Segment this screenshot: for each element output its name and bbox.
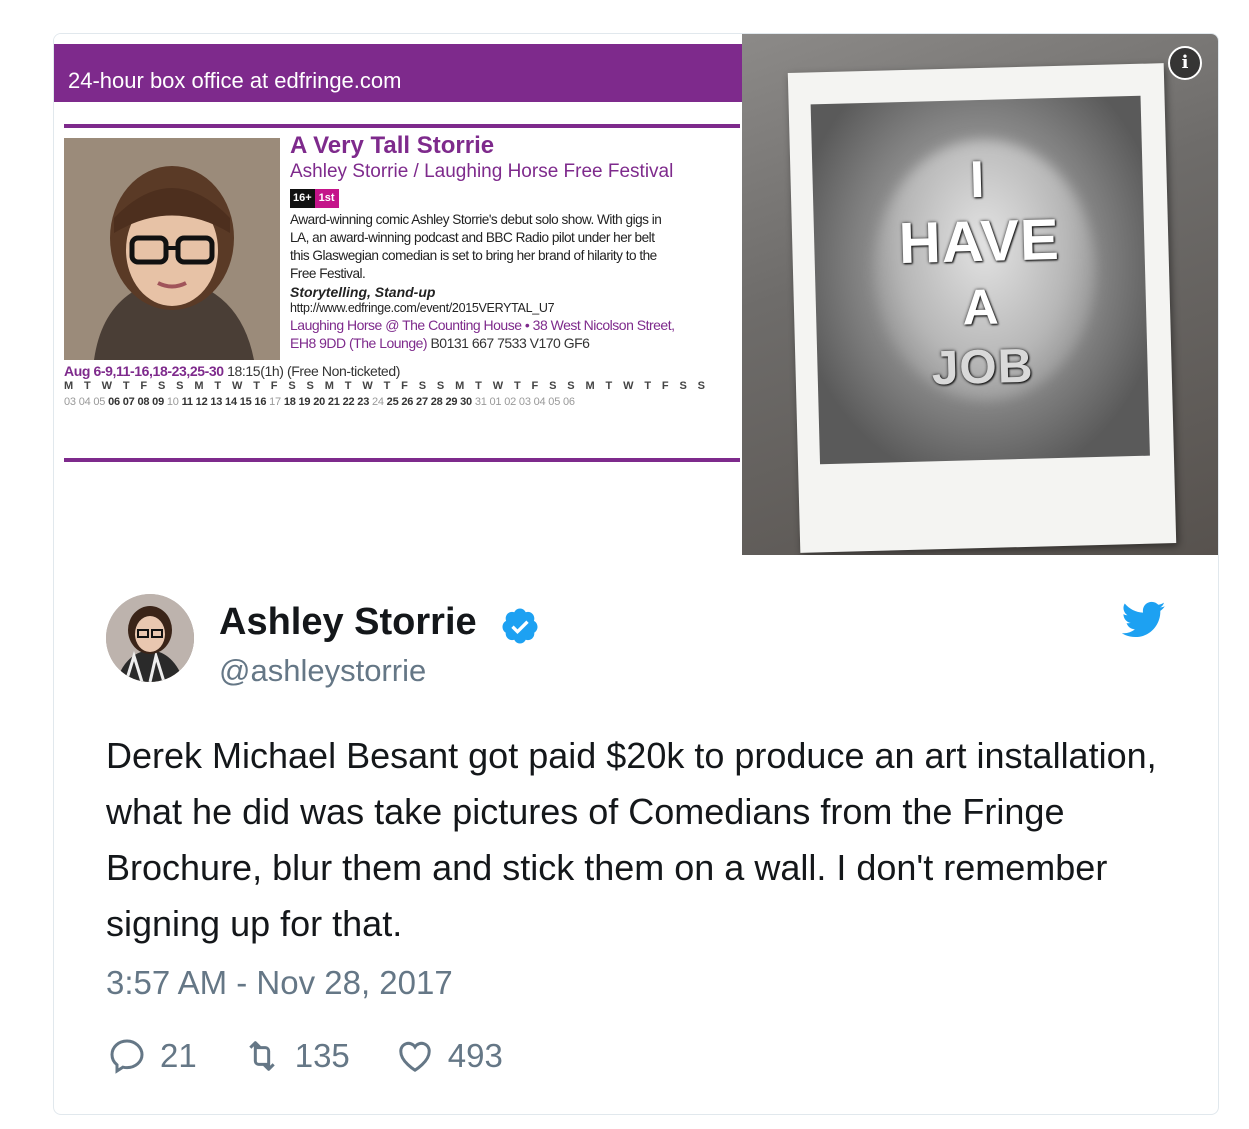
calendar-weekdays: M T W T F S S M T W T F S S M T W T F S … bbox=[64, 380, 709, 392]
comedian-photo bbox=[64, 138, 280, 360]
like-icon bbox=[399, 1041, 431, 1072]
first-badge: 1st bbox=[314, 189, 339, 208]
reply-count: 21 bbox=[160, 1037, 197, 1074]
reply-button[interactable]: 21 bbox=[106, 1036, 197, 1076]
user-name[interactable]: Ashley Storrie bbox=[219, 601, 477, 644]
brochure-top-rule bbox=[64, 124, 740, 128]
description-line: this Glaswegian comedian is set to bring… bbox=[290, 248, 657, 263]
calendar-dates: 03 04 05 06 07 08 09 10 11 12 13 14 15 1… bbox=[64, 396, 575, 408]
poster-text-line: A bbox=[961, 278, 1001, 336]
age-badge: 16+ bbox=[290, 189, 315, 208]
reply-icon bbox=[110, 1039, 144, 1074]
box-office-text: 24-hour box office at edfringe.com bbox=[68, 68, 402, 93]
calendar-off-dates: 24 bbox=[371, 396, 384, 408]
event-time: 18:15(1h) (Free Non-ticketed) bbox=[227, 363, 400, 379]
blurred-poster: I HAVE A JOB bbox=[787, 63, 1177, 553]
event-venue: Laughing Horse @ The Counting House • 38… bbox=[290, 317, 675, 333]
avatar[interactable] bbox=[106, 594, 194, 682]
event-venue-line2: EH8 9DD (The Lounge) B0131 667 7533 V170… bbox=[290, 335, 590, 351]
info-icon[interactable]: i bbox=[1168, 46, 1202, 80]
tweet-actions: 21 135 493 bbox=[106, 1034, 547, 1078]
user-handle[interactable]: @ashleystorrie bbox=[219, 653, 426, 689]
twitter-bird-icon[interactable] bbox=[1122, 601, 1166, 639]
calendar-on-dates: 18 19 20 21 22 23 bbox=[283, 396, 370, 408]
retweet-icon bbox=[248, 1041, 275, 1071]
calendar-on-dates: 11 12 13 14 15 16 bbox=[181, 396, 267, 408]
calendar-on-dates: 25 26 27 28 29 30 bbox=[386, 396, 472, 408]
event-description: Award-winning comic Ashley Storrie's deb… bbox=[290, 211, 740, 283]
event-dates: Aug 6-9,11-16,18-23,25-30 18:15(1h) (Fre… bbox=[64, 363, 400, 379]
event-badges: 16+ 1st bbox=[290, 189, 339, 208]
retweet-button[interactable]: 135 bbox=[241, 1036, 350, 1076]
tweet-timestamp[interactable]: 3:57 AM - Nov 28, 2017 bbox=[106, 964, 453, 1002]
like-count: 493 bbox=[447, 1037, 503, 1074]
brochure-bottom-rule bbox=[64, 458, 740, 462]
venue-postcode: EH8 9DD (The Lounge) bbox=[290, 335, 428, 351]
poster-text-line: HAVE bbox=[898, 206, 1061, 277]
calendar-off-dates: 17 bbox=[269, 396, 281, 408]
brochure-header-bar: 24-hour box office at edfringe.com bbox=[54, 44, 742, 102]
tweet-text: Derek Michael Besant got paid $20k to pr… bbox=[106, 735, 1157, 944]
like-button[interactable]: 493 bbox=[394, 1036, 503, 1076]
calendar-off-dates: 03 04 05 bbox=[64, 396, 106, 408]
event-url: http://www.edfringe.com/event/2015VERYTA… bbox=[290, 301, 555, 315]
verified-icon bbox=[502, 608, 538, 644]
blurred-face-image: I HAVE A JOB bbox=[810, 95, 1150, 465]
fringe-brochure-image: 24-hour box office at edfringe.com A Ver… bbox=[54, 34, 742, 555]
event-title: A Very Tall Storrie bbox=[290, 132, 495, 159]
event-date-range: Aug 6-9,11-16,18-23,25-30 bbox=[64, 363, 224, 379]
calendar-off-dates: 10 bbox=[166, 396, 179, 408]
venue-codes: B0131 667 7533 V170 GF6 bbox=[430, 335, 590, 351]
tweet-card: 24-hour box office at edfringe.com A Ver… bbox=[53, 33, 1219, 1115]
description-line: Award-winning comic Ashley Storrie's deb… bbox=[290, 212, 662, 227]
description-line: Free Festival. bbox=[290, 266, 366, 281]
retweet-count: 135 bbox=[294, 1037, 350, 1074]
description-line: LA, an award-winning podcast and BBC Rad… bbox=[290, 230, 655, 245]
calendar-on-dates: 06 07 08 09 bbox=[108, 396, 164, 408]
tweet-media[interactable]: 24-hour box office at edfringe.com A Ver… bbox=[54, 34, 1218, 555]
calendar-off-dates: 31 01 02 03 04 05 06 bbox=[474, 396, 575, 408]
event-genre: Storytelling, Stand-up bbox=[290, 284, 436, 300]
poster-text-line: JOB bbox=[931, 339, 1035, 396]
event-subtitle: Ashley Storrie / Laughing Horse Free Fes… bbox=[290, 161, 674, 182]
